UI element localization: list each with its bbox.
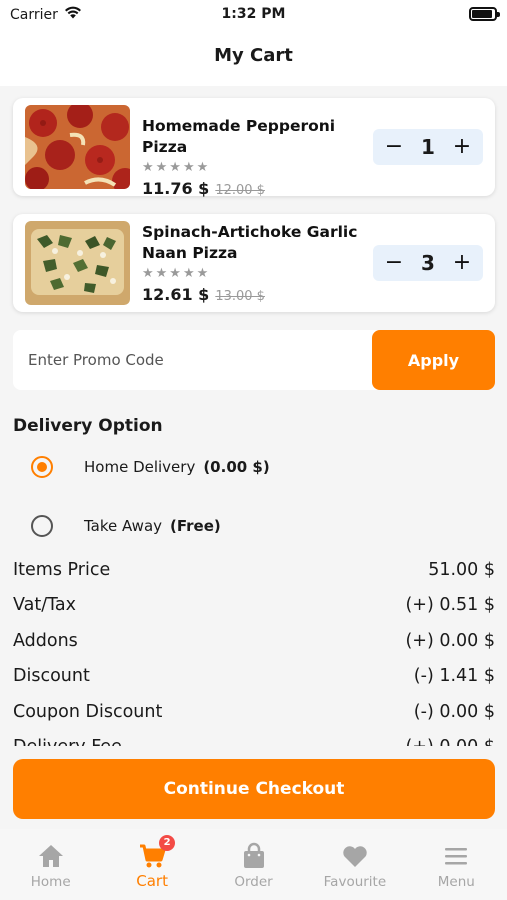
summary-row-vat: Vat/Tax (+) 0.51 $ — [13, 588, 495, 624]
tab-label: Order — [234, 874, 273, 890]
tab-label: Favourite — [323, 874, 387, 890]
summary-row-delivery-fee: Delivery Fee (+) 0.00 $ — [13, 730, 495, 746]
tab-home[interactable]: Home — [0, 829, 101, 900]
increase-quantity-button[interactable]: + — [451, 252, 473, 274]
item-price: 12.61 $ — [142, 285, 210, 304]
decrease-quantity-button[interactable]: − — [383, 252, 405, 274]
status-bar: Carrier 1:32 PM — [0, 0, 507, 28]
delivery-option-price: (Free) — [170, 517, 221, 535]
battery-level — [472, 10, 492, 18]
summary-value: (-) 1.41 $ — [413, 666, 495, 687]
item-info: Spinach-Artichoke Garlic Naan Pizza ★★★★… — [142, 222, 374, 304]
item-name: Spinach-Artichoke Garlic Naan Pizza — [142, 223, 358, 262]
rating-stars: ★★★★★ — [142, 266, 211, 281]
summary-row-addons: Addons (+) 0.00 $ — [13, 623, 495, 659]
tab-favourite[interactable]: Favourite — [304, 829, 405, 900]
summary-row-coupon-discount: Coupon Discount (-) 0.00 $ — [13, 694, 495, 730]
delivery-option-price: (0.00 $) — [203, 458, 270, 476]
summary-label: Vat/Tax — [13, 595, 76, 616]
radio-selected-icon[interactable] — [31, 456, 53, 478]
status-time: 1:32 PM — [221, 6, 286, 22]
quantity-stepper: − 3 + — [373, 245, 483, 281]
apply-promo-button[interactable]: Apply — [372, 330, 495, 390]
summary-value: 51.00 $ — [428, 559, 495, 580]
radio-unselected-icon[interactable] — [31, 515, 53, 537]
tab-label: Home — [30, 874, 71, 890]
tab-cart[interactable]: 2 Cart — [101, 829, 202, 900]
summary-value: (-) 0.00 $ — [413, 701, 495, 722]
tab-order[interactable]: Order — [203, 829, 304, 900]
menu-icon — [442, 842, 470, 870]
decrease-quantity-button[interactable]: − — [383, 136, 405, 158]
item-price: 11.76 $ — [142, 179, 210, 198]
page-title: My Cart — [214, 45, 293, 66]
summary-label: Items Price — [13, 559, 111, 580]
price-row: 11.76 $ 12.00 $ — [142, 179, 374, 198]
price-row: 12.61 $ 13.00 $ — [142, 285, 374, 304]
heart-icon — [341, 842, 369, 870]
summary-value: (+) 0.51 $ — [405, 595, 495, 616]
bottom-tab-bar: Home 2 Cart Order Favourite Menu — [0, 829, 507, 900]
tab-label: Cart — [136, 872, 168, 890]
cart-icon: 2 — [138, 835, 176, 870]
item-name: Homemade Pepperoni Pizza — [142, 117, 336, 156]
summary-label: Delivery Fee — [13, 737, 122, 746]
pepperoni-pizza-image — [25, 105, 130, 189]
rating-stars: ★★★★★ — [142, 160, 211, 175]
continue-checkout-button[interactable]: Continue Checkout — [13, 759, 495, 819]
tab-label: Menu — [437, 874, 475, 890]
cart-item[interactable]: Spinach-Artichoke Garlic Naan Pizza ★★★★… — [13, 214, 495, 312]
summary-label: Addons — [13, 630, 78, 651]
summary-value: (+) 0.00 $ — [405, 737, 495, 746]
quantity-value: 3 — [421, 251, 435, 275]
quantity-value: 1 — [421, 135, 435, 159]
item-old-price: 12.00 $ — [215, 183, 265, 198]
item-info: Homemade Pepperoni Pizza ★★★★★ 11.76 $ 1… — [142, 116, 374, 198]
summary-row-items-price: Items Price 51.00 $ — [13, 552, 495, 588]
delivery-option-label: Home Delivery — [84, 458, 196, 476]
delivery-option-takeaway[interactable]: Take Away (Free) — [31, 515, 221, 537]
summary-label: Discount — [13, 666, 90, 687]
cart-count-badge: 2 — [159, 835, 176, 851]
naan-pizza-image — [25, 221, 130, 305]
cart-item[interactable]: Homemade Pepperoni Pizza ★★★★★ 11.76 $ 1… — [13, 98, 495, 198]
price-summary[interactable]: Items Price 51.00 $ Vat/Tax (+) 0.51 $ A… — [13, 552, 495, 746]
delivery-option-title: Delivery Option — [13, 416, 163, 436]
promo-code-input[interactable] — [13, 330, 372, 390]
home-icon — [37, 842, 65, 870]
delivery-option-home[interactable]: Home Delivery (0.00 $) — [31, 456, 270, 478]
summary-row-discount: Discount (-) 1.41 $ — [13, 659, 495, 695]
delivery-option-label: Take Away — [84, 517, 163, 535]
summary-label: Coupon Discount — [13, 701, 163, 722]
battery-icon — [469, 7, 500, 21]
header: My Cart — [0, 28, 507, 86]
summary-value: (+) 0.00 $ — [405, 630, 495, 651]
promo-code-box: Apply — [13, 330, 495, 390]
item-old-price: 13.00 $ — [215, 289, 265, 304]
tab-menu[interactable]: Menu — [406, 829, 507, 900]
increase-quantity-button[interactable]: + — [451, 136, 473, 158]
shopping-bag-icon — [240, 842, 268, 870]
quantity-stepper: − 1 + — [373, 129, 483, 165]
